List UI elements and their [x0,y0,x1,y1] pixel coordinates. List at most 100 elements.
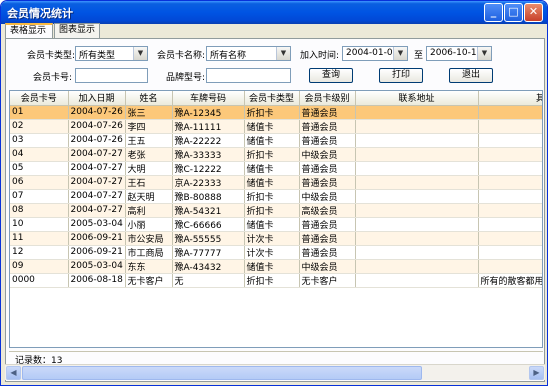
table-cell: 高级会员 [299,203,356,218]
table-cell [355,273,479,288]
table-cell: 2004-07-27 [68,147,126,162]
maximize-button[interactable]: □ [504,3,523,22]
table-cell: 豫A-11111 [172,119,245,134]
table-row[interactable]: 01 2004-07-26 张三 豫A-12345 折扣卡 普通会员 [10,105,542,120]
horizontal-scrollbar[interactable]: ◀ ▶ [5,364,545,380]
table-cell [478,147,542,162]
table-cell: 李四 [125,119,173,134]
table-cell: 2005-03-04 [68,217,126,232]
scrollbar-thumb[interactable] [22,366,422,380]
card-type-label: 会员卡类型: [27,51,76,61]
table-cell: 高利 [125,203,173,218]
card-no-input[interactable] [75,68,148,83]
table-cell: 09 [10,259,69,274]
table-cell [478,161,542,176]
to-label: 至 [414,51,424,61]
table-cell: 2004-07-26 [68,133,126,148]
table-cell: 03 [10,133,69,148]
column-header[interactable]: 其它信息 [478,91,542,106]
table-cell [355,231,479,246]
table-cell: 2004-07-26 [68,119,126,134]
member-data-grid[interactable]: 会员卡号 加入日期 姓名 车牌号码 会员卡类型 会员卡级别 联系地址 其它信息 … [9,90,543,348]
table-cell: 12 [10,245,69,260]
table-cell: 折扣卡 [244,105,300,120]
table-cell [478,119,542,134]
table-cell: 储值卡 [244,217,300,232]
table-body: 01 2004-07-26 张三 豫A-12345 折扣卡 普通会员 02 2004-07-2… [10,105,542,288]
column-header[interactable]: 联系地址 [355,91,479,106]
query-button[interactable]: 查询 [309,68,353,83]
table-cell: 小丽 [125,217,173,232]
table-row[interactable]: 04 2004-07-27 老张 豫A-33333 折扣卡 中级会员 [10,147,542,162]
table-cell: 储值卡 [244,259,300,274]
table-cell: 05 [10,161,69,176]
table-cell [355,189,479,204]
table-row[interactable]: 12 2006-09-21 市工商局 豫A-77777 计次卡 普通会员 [10,245,542,260]
app-window: 会员情况统计 _ □ ✕ 表格显示 图表显示 会员卡类型: 所有类型 ▼ 会员卡… [0,0,548,386]
card-type-select[interactable]: 所有类型 ▼ [75,46,148,61]
table-row[interactable]: 03 2004-07-26 王五 豫A-22222 储值卡 普通会员 [10,133,542,148]
column-header[interactable]: 会员卡类型 [244,91,300,106]
card-name-select[interactable]: 所有名称 ▼ [206,46,291,61]
table-cell: 张三 [125,105,173,120]
table-cell: 豫A-43432 [172,259,245,274]
table-cell: 储值卡 [244,175,300,190]
table-cell: 市工商局 [125,245,173,260]
table-cell: 无卡客户 [299,273,356,288]
table-cell: 01 [10,105,69,120]
title-bar[interactable]: 会员情况统计 _ □ ✕ [1,1,547,24]
print-button[interactable]: 打印 [379,68,423,83]
tab-chart-view[interactable]: 图表显示 [54,23,100,38]
table-cell: 计次卡 [244,245,300,260]
tab-table-view[interactable]: 表格显示 [5,23,53,39]
table-row[interactable]: 00002006-08-18无卡客户无折扣卡无卡客户所有的散客都用这 [10,273,542,288]
table-row[interactable]: 09 2005-03-04 东东 豫A-43432 储值卡 中级会员 [10,259,542,274]
window-title: 会员情况统计 [7,7,73,20]
table-row[interactable]: 06 2004-07-27 王石 京A-22333 储值卡 普通会员 [10,175,542,190]
table-cell: 折扣卡 [244,203,300,218]
table-cell: 普通会员 [299,161,356,176]
scroll-left-arrow-icon[interactable]: ◀ [6,366,21,380]
table-cell: 中级会员 [299,259,356,274]
table-row[interactable]: 11 2006-09-21 市公安局 豫A-55555 计次卡 普通会员 [10,231,542,246]
table-cell: 市公安局 [125,231,173,246]
brand-input[interactable] [206,68,291,83]
table-cell: 豫A-77777 [172,245,245,260]
table-row[interactable]: 07 2004-07-27 赵天明 豫B-80888 折扣卡 中级会员 [10,189,542,204]
table-row[interactable]: 02 2004-07-26 李四 豫A-11111 储值卡 普通会员 [10,119,542,134]
table-cell [478,175,542,190]
chevron-down-icon: ▼ [133,47,147,60]
table-cell: 02 [10,119,69,134]
table-cell [355,147,479,162]
table-cell [478,133,542,148]
scroll-right-arrow-icon[interactable]: ▶ [529,366,544,380]
table-row[interactable]: 05 2004-07-27 大明 豫C-12222 储值卡 普通会员 [10,161,542,176]
close-button[interactable]: ✕ [524,3,543,22]
card-type-value: 所有类型 [79,51,116,61]
column-header[interactable]: 会员卡级别 [299,91,356,106]
exit-button[interactable]: 退出 [449,68,493,83]
table-cell: 10 [10,217,69,232]
column-header[interactable]: 车牌号码 [172,91,245,106]
minimize-button[interactable]: _ [484,3,503,22]
table-row[interactable]: 08 2004-07-27 高利 豫A-54321 折扣卡 高级会员 [10,203,542,218]
table-cell: 中级会员 [299,189,356,204]
member-table: 会员卡号 加入日期 姓名 车牌号码 会员卡类型 会员卡级别 联系地址 其它信息 … [10,91,542,288]
table-cell: 2006-09-21 [68,231,126,246]
table-row[interactable]: 10 2005-03-04 小丽 豫C-66666 储值卡 普通会员 [10,217,542,232]
table-cell: 2006-09-21 [68,245,126,260]
date-from-picker[interactable]: 2004-01-01 ▼ [342,46,408,61]
table-view-panel: 会员卡类型: 所有类型 ▼ 会员卡名称: 所有名称 ▼ 加入时间: 2004-0… [5,38,545,382]
column-header[interactable]: 姓名 [125,91,173,106]
table-cell: 中级会员 [299,147,356,162]
table-cell: 普通会员 [299,175,356,190]
date-to-picker[interactable]: 2006-10-12 ▼ [426,46,492,61]
table-cell: 11 [10,231,69,246]
status-bar: 记录数：13 [9,351,543,366]
column-header[interactable]: 加入日期 [68,91,126,106]
column-header[interactable]: 会员卡号 [10,91,69,106]
table-cell [355,105,479,120]
table-cell [355,217,479,232]
table-cell: 计次卡 [244,231,300,246]
table-cell: 豫B-80888 [172,189,245,204]
